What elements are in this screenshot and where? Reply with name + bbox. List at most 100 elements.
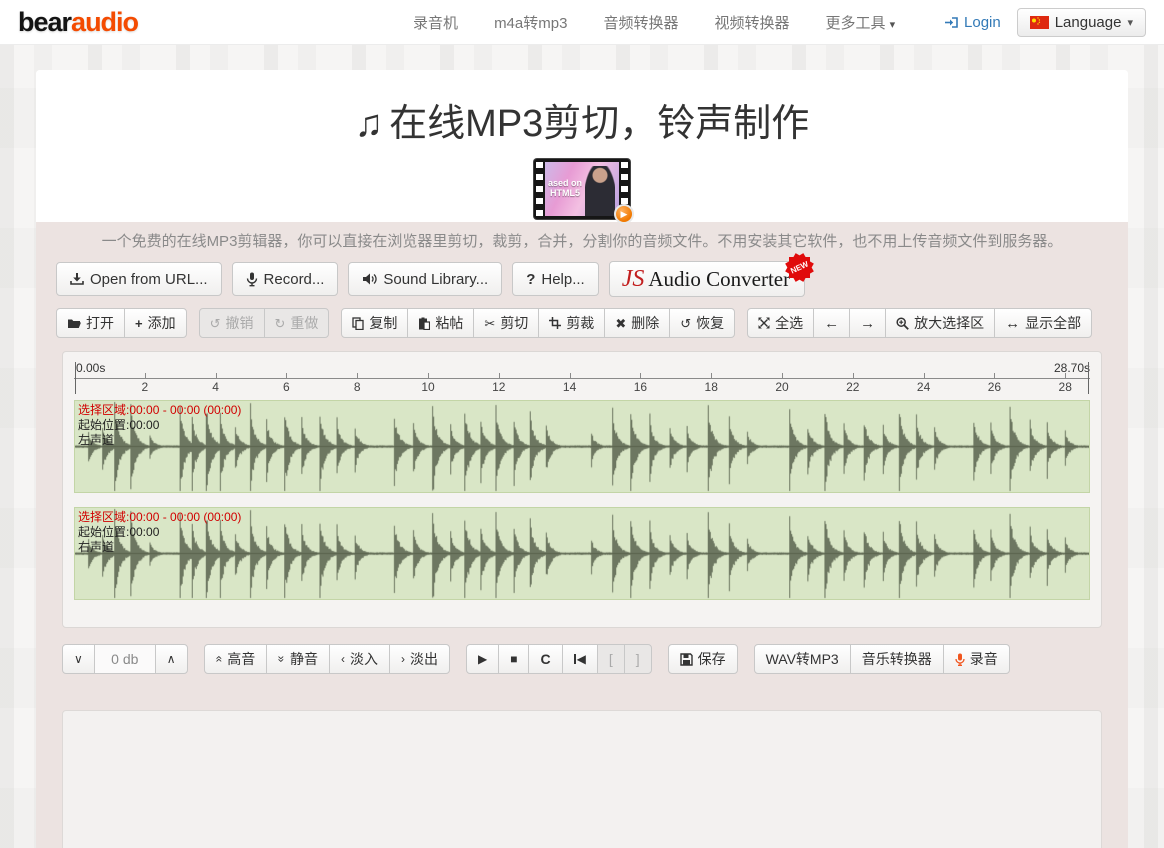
add-file-button[interactable]: + 添加 [124, 308, 187, 338]
main-card: ♫在线MP3剪切，铃声制作 ased on HTML5 ▶ 一个免费的在 [36, 70, 1128, 848]
play-video-icon[interactable]: ▶ [614, 204, 634, 224]
ruler-tick [216, 373, 217, 378]
restore-button[interactable]: ↺ 恢复 [669, 308, 735, 338]
bearaudio-logo[interactable]: bearaudio [18, 0, 138, 45]
login-arrow-icon [944, 16, 959, 29]
ruler-tick [711, 373, 712, 378]
cursor-end-bar[interactable] [1088, 362, 1089, 394]
cursor-start-bar[interactable] [75, 362, 76, 394]
paste-button[interactable]: 粘帖 [407, 308, 474, 338]
right-channel-canvas[interactable] [75, 508, 1089, 599]
js-audio-converter-logo: JSAudio Converter [622, 266, 790, 293]
floppy-icon [680, 653, 693, 666]
copy-button[interactable]: 复制 [341, 308, 408, 338]
ruler-tick [782, 373, 783, 378]
right-channel-waveform[interactable]: 选择区域:00:00 - 00:00 (00:00) 起始位置:00:00 右声… [74, 507, 1090, 600]
chevrons-up-icon: « [213, 656, 225, 663]
play-icon: ▶ [478, 652, 487, 666]
nav-item-video-converter[interactable]: 视频转换器 [714, 12, 789, 33]
top-navbar: bearaudio 录音机 m4a转mp3 音频转换器 视频转换器 更多工具 ▾… [0, 0, 1164, 45]
ruler-tick [428, 373, 429, 378]
ruler-tick-label: 22 [846, 380, 859, 394]
stop-button[interactable]: ■ [498, 644, 529, 674]
select-all-button[interactable]: 全选 [747, 308, 814, 338]
ruler-tick [357, 373, 358, 378]
delete-button[interactable]: ✖ 删除 [604, 308, 670, 338]
nav-item-recorder[interactable]: 录音机 [413, 12, 458, 33]
video-screen: ased on HTML5 [545, 162, 619, 216]
fade-out-icon: › [401, 653, 405, 665]
ruler-tick-label: 14 [563, 380, 576, 394]
loop-button[interactable]: C [528, 644, 562, 674]
microphone-icon [955, 653, 965, 666]
microphone-icon [246, 272, 258, 287]
open-from-url-label: Open from URL... [90, 271, 208, 288]
waveform-panel: 0.00s 28.70s 246810121416182022242628 选择… [62, 351, 1102, 628]
download-icon [70, 272, 84, 286]
paste-icon [418, 317, 430, 330]
left-channel-canvas[interactable] [75, 401, 1089, 492]
chevron-down-icon: ▾ [1127, 16, 1133, 29]
nudge-right-button[interactable]: → [849, 308, 886, 338]
volume-down-button[interactable]: ∨ [62, 644, 95, 674]
sound-library-button[interactable]: Sound Library... [348, 262, 502, 296]
ruler-tick-label: 2 [141, 380, 148, 394]
music-converter-button[interactable]: 音乐转换器 [850, 644, 944, 674]
login-link[interactable]: Login [944, 14, 1001, 31]
fade-in-button[interactable]: ‹ 淡入 [329, 644, 390, 674]
loop-icon: C [540, 651, 550, 667]
fit-width-icon: ↔ [1005, 316, 1020, 331]
show-all-button[interactable]: ↔ 显示全部 [994, 308, 1092, 338]
js-audio-converter-button[interactable]: JSAudio Converter NEW [609, 261, 805, 297]
volume-up-button[interactable]: ∧ [155, 644, 188, 674]
video-thumb-wrap: ased on HTML5 ▶ [36, 159, 1128, 222]
treble-button[interactable]: « 高音 [204, 644, 268, 674]
nudge-left-button[interactable]: ← [813, 308, 850, 338]
open-file-button[interactable]: 打开 [56, 308, 125, 338]
play-button[interactable]: ▶ [466, 644, 499, 674]
trim-button[interactable]: 剪裁 [538, 308, 605, 338]
go-to-start-button[interactable]: ◀ [562, 644, 598, 674]
ruler-tick [1065, 373, 1066, 378]
new-badge: NEW [786, 254, 813, 281]
page: bearaudio 录音机 m4a转mp3 音频转换器 视频转换器 更多工具 ▾… [0, 0, 1164, 848]
ruler-tick-label: 6 [283, 380, 290, 394]
ruler-tick-label: 12 [492, 380, 505, 394]
open-from-url-button[interactable]: Open from URL... [56, 262, 222, 296]
record-audio-button[interactable]: 录音 [943, 644, 1010, 674]
undo-button[interactable]: ↺ 撤销 [199, 308, 265, 338]
cut-button[interactable]: ✂ 剪切 [473, 308, 539, 338]
ruler-tick [145, 373, 146, 378]
scissors-icon: ✂ [484, 317, 495, 330]
wav-to-mp3-button[interactable]: WAV转MP3 [754, 644, 851, 674]
folder-icon [67, 317, 81, 329]
skip-to-start-icon: ◀ [574, 652, 586, 666]
ruler-tick [994, 373, 995, 378]
nav-item-audio-converter[interactable]: 音频转换器 [603, 12, 678, 33]
fade-out-button[interactable]: › 淡出 [389, 644, 450, 674]
help-button[interactable]: ? Help... [512, 262, 599, 296]
zoom-selection-button[interactable]: 放大选择区 [885, 308, 995, 338]
record-button[interactable]: Record... [232, 262, 339, 296]
language-button[interactable]: Language ▾ [1017, 8, 1146, 37]
redo-button[interactable]: ↻ 重做 [264, 308, 330, 338]
tutorial-video-thumbnail[interactable]: ased on HTML5 ▶ [534, 159, 630, 219]
page-title: ♫在线MP3剪切，铃声制作 [36, 92, 1128, 147]
nav-item-more-tools[interactable]: 更多工具 ▾ [825, 12, 895, 33]
selection-start-bracket-button[interactable]: [ [597, 644, 625, 674]
ruler-tick-label: 24 [917, 380, 930, 394]
ruler-tick-label: 28 [1059, 380, 1072, 394]
left-channel-waveform[interactable]: 选择区域:00:00 - 00:00 (00:00) 起始位置:00:00 左声… [74, 400, 1090, 493]
nav-right: Login Language ▾ [944, 8, 1146, 37]
ruler-tick [924, 373, 925, 378]
nav-item-m4a-to-mp3[interactable]: m4a转mp3 [494, 12, 567, 33]
ruler-tick [853, 373, 854, 378]
ruler-tick-label: 18 [705, 380, 718, 394]
nav-links: 录音机 m4a转mp3 音频转换器 视频转换器 更多工具 ▾ [413, 12, 895, 33]
selection-end-bracket-button[interactable]: ] [624, 644, 652, 674]
timeline-ruler[interactable]: 0.00s 28.70s 246810121416182022242628 [74, 360, 1090, 396]
mute-button[interactable]: » 静音 [266, 644, 330, 674]
edit-toolbar: 打开 + 添加 ↺ 撤销 ↻ 重做 [56, 308, 1108, 338]
delete-icon: ✖ [615, 317, 626, 330]
save-button[interactable]: 保存 [668, 644, 738, 674]
